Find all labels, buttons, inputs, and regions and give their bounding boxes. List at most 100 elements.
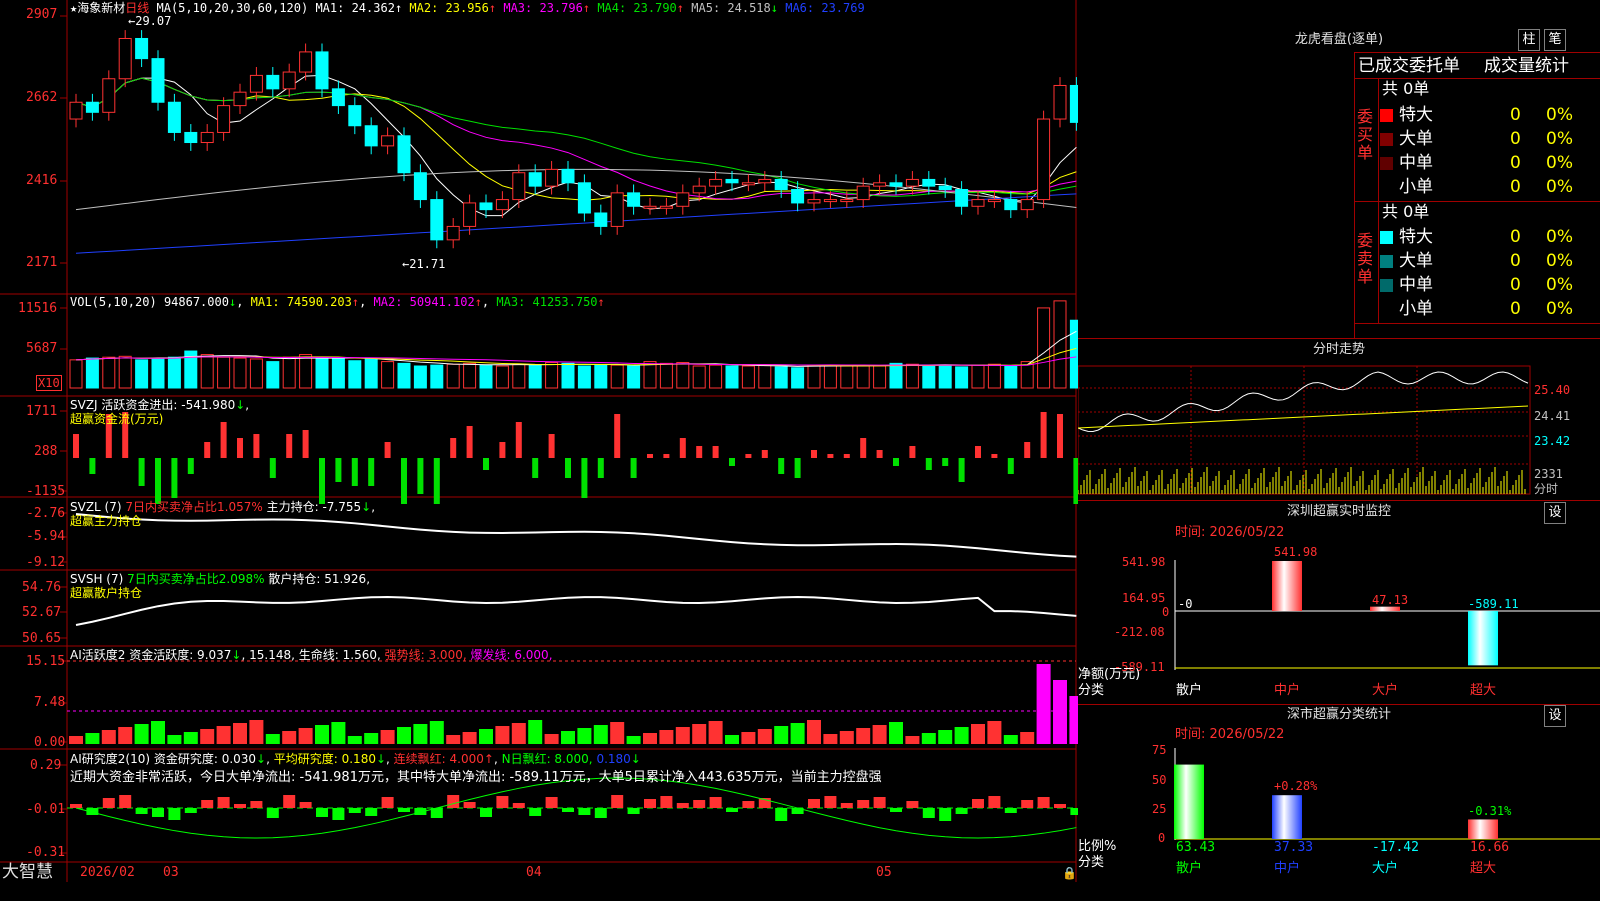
ma6-value: MA6: 23.769: [785, 1, 865, 15]
candle-58: [1020, 199, 1034, 211]
buy-rows: 特大 0 0% 大单 0 0% 中单 0 0% 小单 0 0%: [1380, 103, 1600, 199]
svzj-bar-36: [663, 454, 670, 458]
ma3-value: MA3: 23.796: [503, 1, 583, 15]
ai2-bar-14: [299, 802, 312, 808]
ai2-bar-39: [709, 797, 722, 808]
vol-bar-15: [315, 357, 329, 389]
svzj-bar-16: [335, 458, 342, 482]
candle-44: [791, 189, 805, 204]
candle-41: [741, 182, 755, 186]
stat-ytick-0: 75: [1152, 743, 1167, 757]
svzl-title: SVZL (7): [70, 500, 122, 514]
ai1-bar-42: [757, 729, 772, 744]
high-value: 29.07: [135, 14, 172, 28]
sell-pct-2: 0%: [1546, 275, 1573, 295]
svzj-bar-15: [319, 458, 325, 504]
candle-35: [643, 205, 657, 209]
period-label[interactable]: 日线: [125, 1, 149, 15]
buy-swatch-2: [1380, 156, 1393, 170]
ai2-bar-60: [1054, 804, 1066, 808]
candle-14: [299, 51, 313, 73]
ai1-bar-7: [183, 732, 198, 744]
candle-9: [217, 105, 231, 133]
ai2-bar-18: [365, 808, 378, 816]
ai1-bar-26: [495, 726, 510, 744]
ai2-bar-34: [627, 808, 640, 814]
svzj-bar-60: [1057, 414, 1063, 458]
candle-18: [364, 125, 378, 147]
ai2-bar-43: [775, 808, 788, 821]
buy-total: 共 0单: [1382, 79, 1430, 98]
vol-bar-30: [561, 362, 575, 389]
ai1-bar-54: [954, 727, 969, 744]
candle-37: [676, 192, 690, 207]
ai1-header: AI活跃度2 资金活跃度: 9.037↓, 15.148, 生命线: 1.560…: [70, 648, 553, 662]
svzj-bar-30: [565, 458, 571, 478]
vol-ma2-arrow: ↑: [474, 295, 482, 309]
ai1-bar-27: [511, 723, 526, 744]
vol-bar-55: [971, 364, 985, 389]
ai2-arrow3: ↑: [483, 752, 494, 766]
vol-bar-32: [594, 364, 608, 389]
svzj-bar-56: [991, 454, 998, 458]
candle-52: [922, 178, 936, 187]
vol-bar-17: [348, 360, 362, 389]
bar-view-button[interactable]: 柱: [1518, 29, 1540, 51]
svzl-line: [75, 513, 1077, 558]
ai1-bar-33: [610, 722, 625, 744]
main-chart-area[interactable]: ★海象新材日线 MA(5,10,20,30,60,120) MA1: 24.36…: [0, 0, 1078, 882]
tick-view-button[interactable]: 笔: [1544, 29, 1566, 51]
fenshi-chart[interactable]: [1078, 360, 1600, 500]
svzj-bar-35: [647, 454, 653, 458]
right-panel: 龙虎看盘(逐单) 柱 笔 已成交委托单 成交量统计 委买单 共 0单 特大 0 0%…: [1078, 0, 1600, 900]
lock-icon[interactable]: 🔒: [1062, 866, 1077, 880]
ai2-bar-38: [693, 800, 706, 808]
buy-side-label: 委买单: [1357, 107, 1374, 162]
main-chart-canvas[interactable]: [0, 0, 1078, 882]
buy-name-0: 特大: [1399, 105, 1433, 125]
kline-ytick-0: 2907: [26, 7, 58, 22]
mon-ytick-2: 0: [1162, 605, 1170, 619]
svzj-bar-1: [89, 458, 96, 474]
svzj-ytick-2: -1135: [26, 484, 66, 499]
svzj-ytick-0: 1711: [26, 404, 58, 419]
ai2-bar-4: [135, 808, 148, 814]
sell-value-2: 0: [1510, 275, 1521, 295]
ai2-bar-11: [250, 801, 263, 808]
sell-total: 共 0单: [1382, 202, 1430, 221]
candle-46: [823, 199, 837, 203]
vol-bar-40: [725, 365, 739, 389]
ai1-bar-20: [397, 727, 411, 744]
svzj-bar-4: [138, 458, 145, 486]
ai1-bar-28: [528, 720, 543, 744]
svzj-bar-43: [778, 458, 785, 474]
buy-value-2: 0: [1510, 153, 1521, 173]
sell-name-2: 中单: [1399, 275, 1433, 295]
vol-bar-31: [577, 365, 591, 389]
candle-10: [233, 91, 247, 107]
ai2-v5: 0.180: [596, 752, 631, 766]
mon-bar-2: [1370, 606, 1400, 611]
tab-filled-orders[interactable]: 已成交委托单: [1358, 55, 1460, 77]
candle-61: [1069, 84, 1078, 123]
svsh-header: SVSH (7) 7日内买卖净占比2.098% 散户持仓: 51.926,: [70, 572, 370, 586]
ai2-bar-56: [988, 796, 1001, 808]
tab-volume-stats[interactable]: 成交量统计: [1484, 55, 1569, 77]
fenshi-price-line: [1078, 371, 1529, 432]
ai2-bar-0: [70, 804, 82, 808]
brand-logo[interactable]: 大智慧: [2, 863, 53, 881]
ai1-bar-25: [479, 729, 493, 744]
x-label-1: 03: [163, 865, 179, 880]
svzj-bar-25: [483, 458, 489, 470]
ai2-bar-58: [1021, 800, 1034, 808]
candle-8: [200, 131, 214, 144]
svzj-bar-53: [942, 458, 949, 466]
sell-value-3: 0: [1510, 299, 1521, 319]
ai1-bar-55: [971, 724, 985, 744]
candle-36: [659, 205, 673, 209]
vol-unit-box[interactable]: X10: [36, 375, 62, 391]
ai1-bar-59: [1036, 664, 1051, 744]
ai2-bar-29: [545, 797, 558, 808]
vol-value: 94867.000: [163, 295, 229, 309]
candle-23: [446, 225, 460, 241]
